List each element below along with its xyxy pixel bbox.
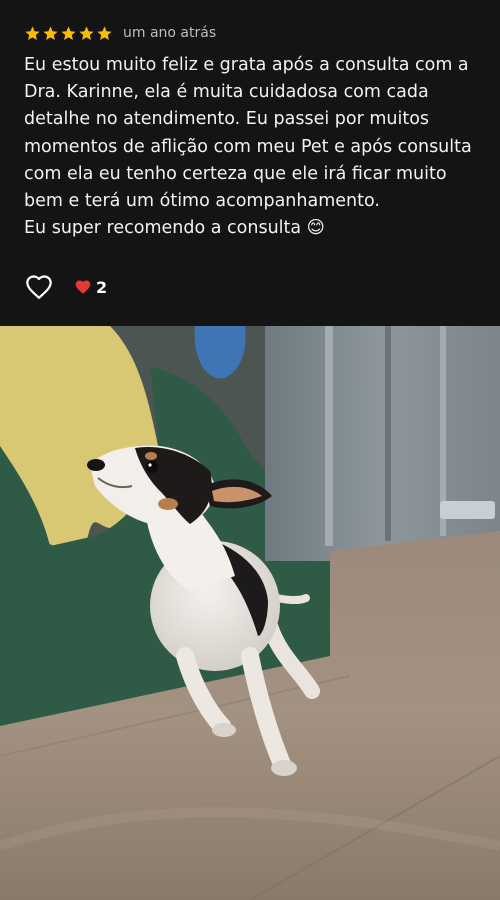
star-icon <box>97 25 112 40</box>
door-panel-line <box>325 326 333 546</box>
review-card: um ano atrás Eu estou muito feliz e grat… <box>0 0 500 326</box>
red-heart-icon <box>75 280 91 294</box>
review-time: um ano atrás <box>123 25 217 41</box>
review-text: Eu estou muito feliz e grata após a cons… <box>24 55 472 239</box>
door-panel-line <box>385 326 391 541</box>
heart-outline-icon <box>26 275 52 299</box>
door-latch <box>440 501 495 519</box>
star-icon <box>79 25 94 40</box>
star-icon <box>61 25 76 40</box>
rating-row: um ano atrás <box>24 22 216 44</box>
star-icon <box>43 25 58 40</box>
review-actions: 2 <box>24 272 107 302</box>
like-button[interactable] <box>24 272 54 302</box>
reaction-count: 2 <box>96 277 108 297</box>
star-rating <box>24 25 113 42</box>
star-icon <box>25 25 40 40</box>
review-photo[interactable] <box>0 326 500 900</box>
door <box>265 326 500 561</box>
reaction-summary[interactable]: 2 <box>74 278 107 297</box>
